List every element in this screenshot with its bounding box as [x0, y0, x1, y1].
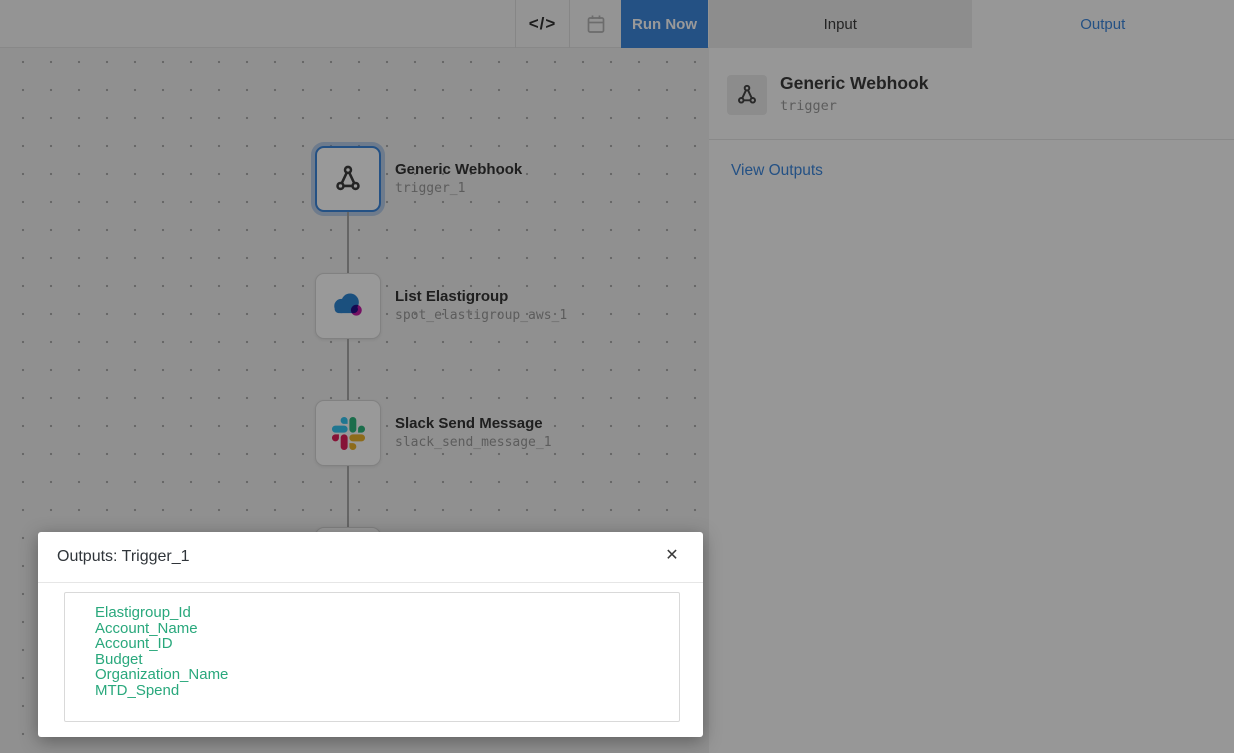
modal-title: Outputs: Trigger_1	[57, 548, 190, 566]
output-item[interactable]: Budget	[95, 652, 679, 668]
output-item[interactable]: Account_Name	[95, 621, 679, 637]
output-item[interactable]: Organization_Name	[95, 667, 679, 683]
workflow-editor: </> Run Now Input Output	[0, 0, 1234, 753]
output-item[interactable]: MTD_Spend	[95, 683, 679, 699]
outputs-list: Elastigroup_Id Account_Name Account_ID B…	[64, 592, 680, 722]
close-icon: ✕	[665, 545, 678, 565]
outputs-modal: Outputs: Trigger_1 ✕ Elastigroup_Id Acco…	[38, 532, 703, 737]
modal-body: Elastigroup_Id Account_Name Account_ID B…	[38, 583, 703, 737]
modal-header: Outputs: Trigger_1 ✕	[38, 532, 703, 583]
output-item[interactable]: Account_ID	[95, 636, 679, 652]
output-item[interactable]: Elastigroup_Id	[95, 605, 679, 621]
close-button[interactable]: ✕	[657, 540, 687, 570]
